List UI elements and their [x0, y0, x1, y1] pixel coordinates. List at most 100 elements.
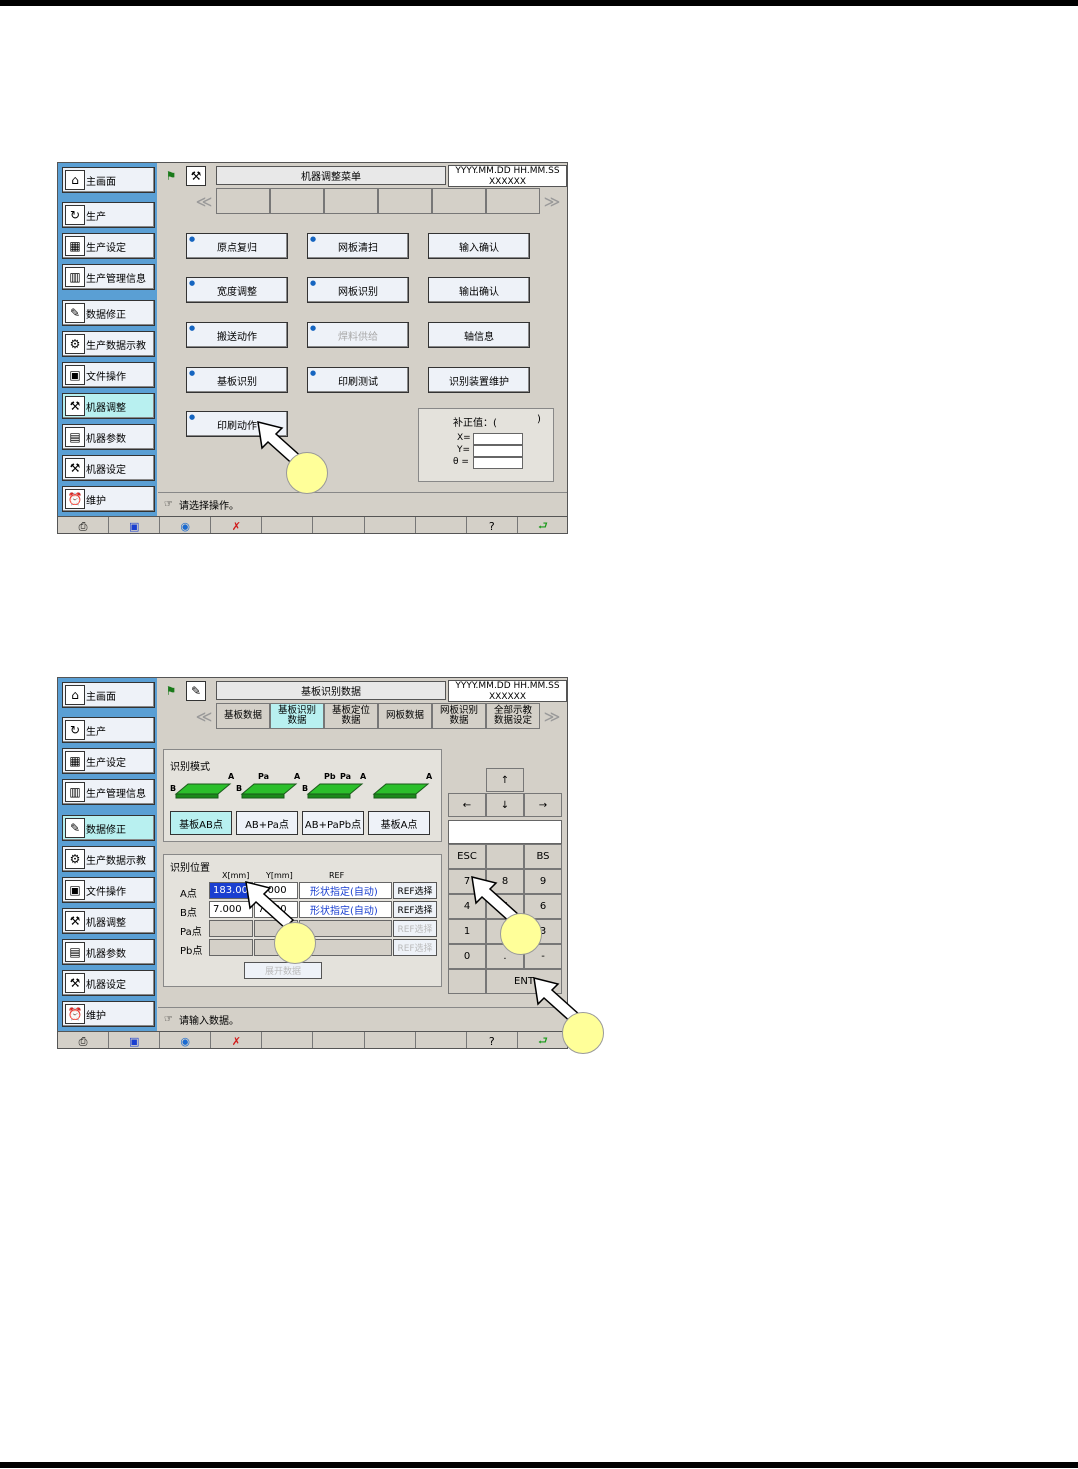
menu-button[interactable]: 识别装置维护: [428, 367, 530, 393]
x-input[interactable]: 183.000: [209, 882, 254, 899]
sidebar-item[interactable]: ⚒ 机器调整: [62, 393, 155, 419]
sidebar-item[interactable]: ⏰ 维护: [62, 486, 155, 512]
globe-button[interactable]: ◉: [160, 1032, 212, 1048]
tab[interactable]: 基板识别 数据: [270, 703, 324, 729]
sidebar-item-label: 生产设定: [86, 757, 126, 769]
digit-key[interactable]: 9: [524, 869, 562, 894]
pattern-button[interactable]: AB+Pa点: [236, 811, 298, 835]
tab[interactable]: 网板识别 数据: [432, 703, 486, 729]
pattern-button[interactable]: 基板AB点: [170, 811, 232, 835]
toolbar-empty-slot: [365, 1032, 416, 1048]
sidebar-item-label: 机器参数: [86, 948, 126, 960]
menu-button[interactable]: ● 基板识别: [186, 367, 288, 393]
y-input[interactable]: 7.000: [254, 882, 298, 899]
menu-button[interactable]: ● 原点复归: [186, 233, 288, 259]
datetime: YYYY.MM.DD HH.MM.SS: [455, 681, 560, 691]
printer-button[interactable]: ⎙: [58, 1032, 110, 1048]
return-button[interactable]: ⮐: [518, 517, 567, 533]
tab[interactable]: 基板定位 数据: [324, 703, 378, 729]
ref-select-button[interactable]: REF选择: [393, 882, 437, 899]
globe-button[interactable]: ◉: [160, 517, 212, 533]
menu-button[interactable]: ● 印刷测试: [307, 367, 409, 393]
x-input[interactable]: [209, 920, 253, 937]
sidebar-item[interactable]: ↻ 生产: [62, 717, 155, 743]
menu-button[interactable]: ● 印刷动作: [186, 411, 288, 437]
help-button[interactable]: ?: [467, 517, 518, 533]
tab[interactable]: 全部示教 数据设定: [486, 703, 540, 729]
tab[interactable]: 网板数据: [378, 703, 432, 729]
sidebar-item[interactable]: ▣ 文件操作: [62, 877, 155, 903]
tab-empty[interactable]: [378, 188, 432, 214]
sidebar-item[interactable]: ⚙ 生产数据示教: [62, 331, 155, 357]
enter-key[interactable]: ENT: [486, 969, 562, 994]
tab-empty[interactable]: [324, 188, 378, 214]
menu-button[interactable]: ● 宽度调整: [186, 277, 288, 303]
sidebar-item[interactable]: ⌂ 主画面: [62, 682, 155, 708]
x-input[interactable]: [209, 939, 253, 956]
cursor-left-key[interactable]: ←: [448, 793, 486, 817]
digit-key[interactable]: 4: [448, 894, 486, 919]
sidebar-item[interactable]: ▤ 机器参数: [62, 939, 155, 965]
help-icon: ?: [488, 520, 495, 533]
sidebar-item[interactable]: ⌂ 主画面: [62, 167, 155, 193]
sidebar-item[interactable]: ⏰ 维护: [62, 1001, 155, 1027]
esc-key[interactable]: ESC: [448, 844, 486, 869]
step-marker: [562, 1012, 604, 1054]
menu-button[interactable]: ● 搬送动作: [186, 322, 288, 348]
tab-scroll-left-icon[interactable]: ≪: [192, 188, 216, 214]
ref-select-button[interactable]: REF选择: [393, 939, 437, 956]
menu-button[interactable]: ● 焊料供给: [307, 322, 409, 348]
cursor-down-key[interactable]: ↓: [486, 793, 524, 817]
digit-key[interactable]: 1: [448, 919, 486, 944]
screen-button[interactable]: ▣: [109, 517, 161, 533]
sidebar-item[interactable]: ▤ 机器参数: [62, 424, 155, 450]
sidebar-item[interactable]: ▣ 文件操作: [62, 362, 155, 388]
bs-key[interactable]: BS: [524, 844, 562, 869]
sidebar-item[interactable]: ▦ 生产设定: [62, 748, 155, 774]
machine-settings-icon: ⚒: [65, 973, 85, 993]
sidebar-item[interactable]: ⚒ 机器设定: [62, 970, 155, 996]
cancel-button[interactable]: ✗: [211, 1032, 263, 1048]
sidebar-item[interactable]: ⚙ 生产数据示教: [62, 846, 155, 872]
menu-button[interactable]: ● 网板识别: [307, 277, 409, 303]
tab-empty[interactable]: [432, 188, 486, 214]
tab-scroll-right-icon[interactable]: ≫: [540, 188, 564, 214]
status-bar: ☞ 请输入数据。: [158, 1007, 567, 1031]
tab-empty[interactable]: [216, 188, 270, 214]
sidebar-item[interactable]: ▥ 生产管理信息: [62, 779, 155, 805]
menu-button[interactable]: 输出确认: [428, 277, 530, 303]
y-input[interactable]: 7.000: [254, 901, 298, 918]
cursor-up-key[interactable]: ↑: [486, 768, 524, 792]
tab-empty[interactable]: [486, 188, 540, 214]
x-input[interactable]: 7.000: [209, 901, 253, 918]
ref-select-button[interactable]: REF选择: [393, 920, 437, 937]
sidebar-item[interactable]: ✎ 数据修正: [62, 300, 155, 326]
digit-key[interactable]: 7: [448, 869, 486, 894]
sidebar-item-label: 生产设定: [86, 242, 126, 254]
tab[interactable]: 基板数据: [216, 703, 270, 729]
printer-button[interactable]: ⎙: [58, 517, 110, 533]
tab-scroll-right-icon[interactable]: ≫: [540, 703, 564, 729]
expand-data-button[interactable]: 展开数据: [244, 962, 322, 979]
sidebar-item[interactable]: ⚒ 机器调整: [62, 908, 155, 934]
pattern-button[interactable]: 基板A点: [368, 811, 430, 835]
sidebar-item[interactable]: ✎ 数据修正: [62, 815, 155, 841]
return-button[interactable]: ⮐: [518, 1032, 567, 1048]
sidebar-item[interactable]: ▦ 生产设定: [62, 233, 155, 259]
sidebar-item[interactable]: ↻ 生产: [62, 202, 155, 228]
sidebar-item[interactable]: ▥ 生产管理信息: [62, 264, 155, 290]
ref-select-button[interactable]: REF选择: [393, 901, 437, 918]
help-button[interactable]: ?: [467, 1032, 518, 1048]
menu-button[interactable]: 轴信息: [428, 322, 530, 348]
tab-scroll-left-icon[interactable]: ≪: [192, 703, 216, 729]
sidebar-item[interactable]: ⚒ 机器设定: [62, 455, 155, 481]
screen-button[interactable]: ▣: [109, 1032, 161, 1048]
digit-key[interactable]: 8: [486, 869, 524, 894]
cursor-right-key[interactable]: →: [524, 793, 562, 817]
digit-key[interactable]: 0: [448, 944, 486, 969]
menu-button[interactable]: ● 网板清扫: [307, 233, 409, 259]
cancel-button[interactable]: ✗: [211, 517, 263, 533]
tab-empty[interactable]: [270, 188, 324, 214]
pattern-button[interactable]: AB+PaPb点: [302, 811, 364, 835]
menu-button[interactable]: 输入确认: [428, 233, 530, 259]
